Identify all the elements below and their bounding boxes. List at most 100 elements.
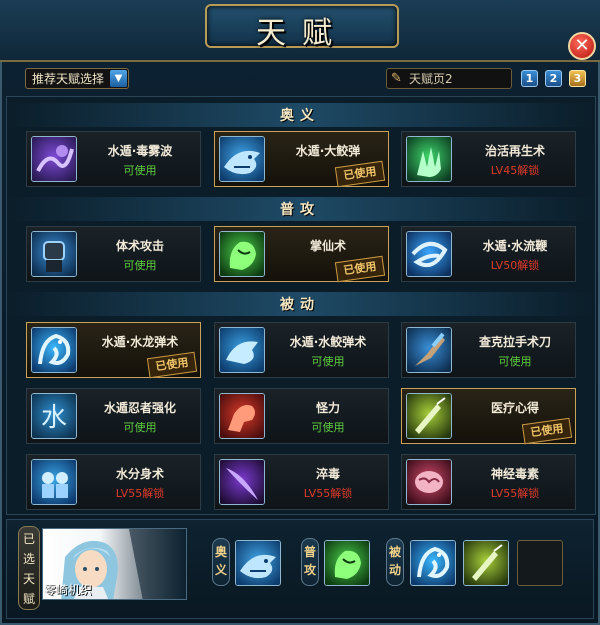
empty-passive-slot[interactable]: [517, 540, 563, 586]
selected-talents-tag: 已选天赋: [18, 526, 40, 610]
talent-card[interactable]: 神经毒素 LV55解锁: [401, 454, 576, 510]
talent-card[interactable]: 淬毒 LV55解锁: [214, 454, 389, 510]
available-label: 可使用: [498, 355, 532, 368]
svg-text:水: 水: [41, 403, 67, 433]
talent-icon[interactable]: [31, 231, 77, 277]
talent-icon[interactable]: [219, 327, 265, 373]
talent-icon[interactable]: [406, 231, 452, 277]
page-button-3[interactable]: 3: [569, 70, 586, 87]
talent-card[interactable]: 掌仙术已使用: [214, 226, 389, 283]
water-whip-icon: [407, 232, 451, 276]
brain-toxin-icon: [407, 460, 451, 504]
chevron-down-icon[interactable]: ▼: [110, 70, 127, 87]
talent-card[interactable]: 水遁·大鲛弹已使用: [214, 131, 389, 188]
available-label: 可使用: [311, 421, 345, 434]
window-title: 天赋: [256, 16, 348, 51]
green-palm-icon: [325, 541, 369, 585]
unlock-level-label: LV50解锁: [490, 259, 540, 272]
talent-icon[interactable]: [406, 136, 452, 182]
section-title: 被动: [280, 297, 320, 313]
slot-tag-normal-attack: 普攻: [301, 538, 319, 586]
talent-icon[interactable]: [31, 459, 77, 505]
in-use-stamp: 已使用: [521, 417, 573, 445]
available-label: 可使用: [311, 355, 345, 368]
talent-icon[interactable]: [406, 393, 452, 439]
recommend-label: 推荐天赋选择: [32, 72, 105, 86]
water-shark-icon: [220, 328, 264, 372]
fist-icon: [32, 232, 76, 276]
section-title: 普攻: [280, 202, 320, 218]
shark-icon: [220, 137, 264, 181]
talent-name: 水遁·水流鞭: [482, 239, 548, 253]
available-label: 可使用: [123, 259, 157, 272]
talent-icon[interactable]: [219, 393, 265, 439]
talent-icon[interactable]: [219, 459, 265, 505]
talent-icon[interactable]: [31, 136, 77, 182]
section-header-normal-attack: 普攻: [6, 197, 594, 221]
talent-card[interactable]: 水遁·水龙弹术已使用: [26, 322, 201, 379]
unlock-level-label: LV45解锁: [490, 164, 540, 177]
talent-card[interactable]: 水遁·水鲛弹术 可使用: [214, 322, 389, 378]
title-plate: 天赋: [205, 4, 399, 51]
talent-card[interactable]: 怪力 可使用: [214, 388, 389, 444]
talent-card[interactable]: 水 水遁忍者强化 可使用: [26, 388, 201, 444]
talent-page-name: 天赋页2: [409, 72, 453, 86]
in-use-stamp: 已使用: [334, 160, 386, 188]
available-label: 可使用: [123, 421, 157, 434]
medical-needle-icon: [464, 541, 508, 585]
talent-name: 淬毒: [315, 467, 340, 481]
talent-icon[interactable]: [219, 231, 265, 277]
talent-card[interactable]: 水分身术 LV55解锁: [26, 454, 201, 510]
talent-name: 水分身术: [115, 467, 164, 481]
talent-icon[interactable]: [406, 459, 452, 505]
talent-icon[interactable]: [31, 327, 77, 373]
selected-ougi-slot[interactable]: [235, 540, 281, 586]
recommend-talent-select[interactable]: 推荐天赋选择 ▼: [25, 68, 129, 89]
talent-name: 医疗心得: [490, 401, 539, 415]
selected-passive-slot-2[interactable]: [463, 540, 509, 586]
water-dragon-icon: [32, 328, 76, 372]
talent-name: 怪力: [315, 401, 340, 415]
strength-arm-icon: [220, 394, 264, 438]
close-icon: ✕: [574, 35, 590, 56]
talent-icon[interactable]: 水: [31, 393, 77, 439]
selected-passive-slot-1[interactable]: [410, 540, 456, 586]
section-header-passive: 被动: [6, 292, 594, 316]
talent-icon[interactable]: [406, 327, 452, 373]
talent-name: 水遁忍者强化: [103, 401, 176, 415]
talent-card[interactable]: 水遁·水流鞭 LV50解锁: [401, 226, 576, 282]
green-palm-icon: [220, 232, 264, 276]
talent-name: 治活再生术: [484, 144, 545, 158]
talent-card[interactable]: 医疗心得已使用: [401, 388, 576, 445]
talent-name: 水遁·水龙弹术: [101, 335, 179, 349]
character-name: 零崎机织: [44, 583, 93, 597]
close-button[interactable]: ✕: [568, 32, 596, 60]
talent-card[interactable]: 水遁·毒雾波 可使用: [26, 131, 201, 187]
selected-normal-attack-slot[interactable]: [324, 540, 370, 586]
water-clone-icon: [32, 460, 76, 504]
talent-page-name-field[interactable]: ✎ 天赋页2: [386, 68, 512, 89]
shark-icon: [236, 541, 280, 585]
in-use-stamp: 已使用: [146, 351, 198, 379]
talent-name: 水遁·毒雾波: [107, 144, 173, 158]
in-use-stamp: 已使用: [334, 255, 386, 283]
healing-hand-icon: [407, 137, 451, 181]
chakra-scalpel-icon: [407, 328, 451, 372]
page-button-2[interactable]: 2: [545, 70, 562, 87]
unlock-level-label: LV55解锁: [115, 487, 165, 500]
talent-card[interactable]: 治活再生术 LV45解锁: [401, 131, 576, 187]
slot-tag-passive: 被动: [386, 538, 404, 586]
talent-card[interactable]: 体术攻击 可使用: [26, 226, 201, 282]
unlock-level-label: LV55解锁: [303, 487, 353, 500]
slot-tag-ougi: 奥义: [212, 538, 230, 586]
unlock-level-label: LV55解锁: [490, 487, 540, 500]
talent-name: 水遁·大鲛弹: [295, 144, 361, 158]
talent-name: 掌仙术: [309, 239, 346, 253]
water-dragon-icon: [411, 541, 455, 585]
brush-icon: ✎: [391, 71, 402, 86]
section-header-ougi: 奥义: [6, 103, 594, 127]
poison-mist-icon: [32, 137, 76, 181]
talent-icon[interactable]: [219, 136, 265, 182]
talent-card[interactable]: 查克拉手术刀 可使用: [401, 322, 576, 378]
page-button-1[interactable]: 1: [521, 70, 538, 87]
